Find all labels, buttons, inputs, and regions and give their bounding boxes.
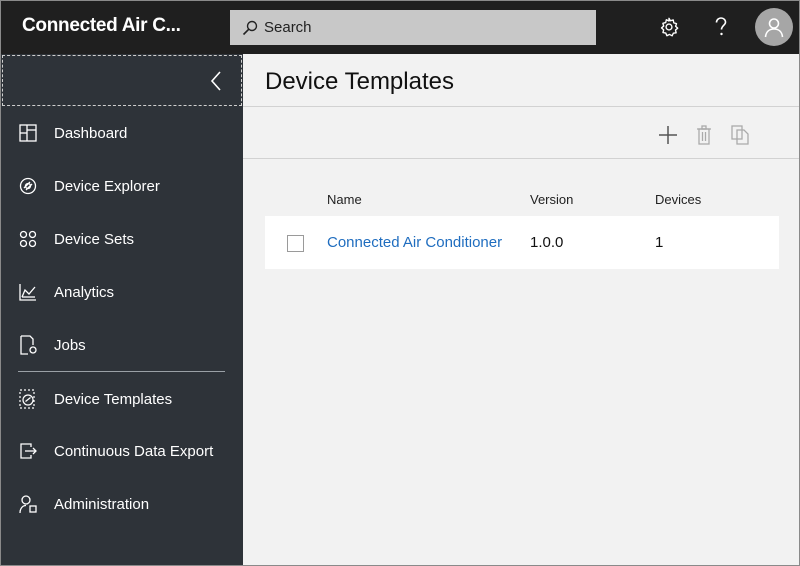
- sidebar-item-jobs[interactable]: Jobs: [1, 325, 243, 365]
- search-input[interactable]: [264, 19, 584, 36]
- page-title: Device Templates: [265, 68, 454, 95]
- sidebar-item-dashboard[interactable]: Dashboard: [1, 113, 243, 153]
- sidebar-item-continuous-data-export[interactable]: Continuous Data Export: [1, 431, 243, 471]
- sidebar-item-label: Device Sets: [54, 230, 135, 248]
- administration-icon: [19, 495, 37, 514]
- row-checkbox[interactable]: [287, 235, 304, 252]
- title-divider: [243, 106, 799, 107]
- help-button[interactable]: [708, 14, 734, 40]
- sidebar-item-label: Administration: [54, 495, 150, 513]
- sidebar-item-device-templates[interactable]: Device Templates: [1, 379, 243, 419]
- template-device-count: 1: [655, 234, 664, 251]
- sidebar-divider: [18, 371, 225, 372]
- column-header-version[interactable]: Version: [530, 192, 573, 207]
- add-button[interactable]: [657, 124, 679, 146]
- gear-icon: [660, 17, 679, 37]
- analytics-icon: [19, 284, 36, 301]
- sidebar-item-label: Device Explorer: [54, 177, 160, 195]
- search-icon: [242, 20, 258, 35]
- sidebar-item-label: Device Templates: [54, 390, 173, 408]
- chevron-left-icon: [210, 71, 221, 91]
- delete-button[interactable]: [693, 124, 715, 146]
- top-bar: Connected Air C...: [1, 1, 799, 54]
- toolbar-divider: [243, 158, 799, 159]
- search-box[interactable]: [230, 10, 596, 45]
- sidebar-item-label: Dashboard: [54, 124, 128, 142]
- user-avatar[interactable]: [755, 8, 793, 46]
- user-avatar-icon: [764, 18, 784, 38]
- template-version: 1.0.0: [530, 234, 564, 251]
- sidebar-item-analytics[interactable]: Analytics: [1, 272, 243, 312]
- settings-button[interactable]: [656, 14, 682, 40]
- device-sets-icon: [19, 230, 37, 248]
- sidebar-item-label: Analytics: [54, 283, 115, 301]
- device-explorer-icon: [19, 177, 37, 195]
- sidebar-item-administration[interactable]: Administration: [1, 484, 243, 524]
- sidebar: Dashboard Device Explorer Device Sets An…: [1, 54, 243, 565]
- column-header-name[interactable]: Name: [327, 192, 362, 207]
- column-header-devices[interactable]: Devices: [655, 192, 701, 207]
- help-icon: [715, 17, 727, 36]
- jobs-icon: [20, 335, 37, 355]
- template-name-link[interactable]: Connected Air Conditioner: [327, 234, 502, 251]
- data-export-icon: [20, 443, 37, 459]
- sidebar-item-device-sets[interactable]: Device Sets: [1, 219, 243, 259]
- app-title[interactable]: Connected Air C...: [22, 15, 181, 37]
- collapse-sidebar-button[interactable]: [2, 55, 242, 106]
- table-row[interactable]: Connected Air Conditioner 1.0.0 1: [265, 216, 779, 269]
- main-content: Device Templates Name Version Devices Co…: [243, 54, 799, 565]
- sidebar-item-device-explorer[interactable]: Device Explorer: [1, 166, 243, 206]
- copy-icon: [731, 125, 749, 145]
- sidebar-item-label: Jobs: [54, 336, 86, 354]
- copy-button[interactable]: [729, 124, 751, 146]
- device-templates-icon: [19, 389, 35, 409]
- add-icon: [659, 126, 677, 144]
- dashboard-icon: [19, 124, 37, 142]
- delete-icon: [697, 125, 711, 145]
- sidebar-item-label: Continuous Data Export: [54, 442, 214, 460]
